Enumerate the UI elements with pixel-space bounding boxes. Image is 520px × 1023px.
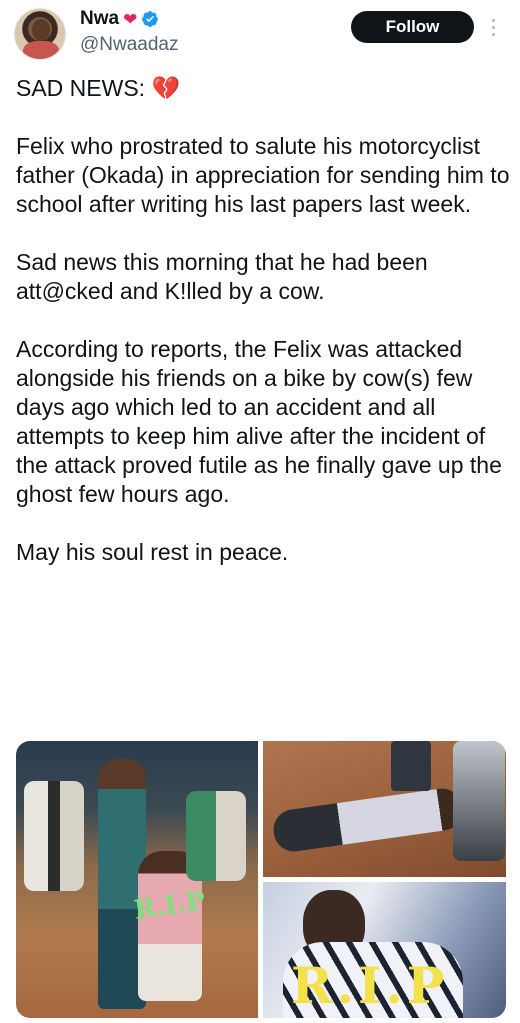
photo-motorcycle [453, 741, 505, 861]
tweet-paragraph: Sad news this morning that he had been a… [16, 249, 428, 304]
tweet-paragraph: May his soul rest in peace. [16, 539, 289, 565]
verified-badge-icon [142, 11, 159, 27]
tweet-media-grid: R.I.P R.I.P [16, 741, 506, 1018]
author-name-row[interactable]: Nwa ❤ [80, 8, 159, 30]
photo-bystanders [24, 781, 84, 891]
broken-heart-icon: 💔 [151, 75, 181, 101]
tweet-photo-accident-scene[interactable] [263, 741, 506, 877]
tweet-body: SAD NEWS: 💔 Felix who prostrated to salu… [16, 74, 512, 596]
more-dot [491, 25, 495, 29]
tweet-heading: SAD NEWS: 💔 [16, 74, 512, 103]
tweet-paragraph: Felix who prostrated to salute his motor… [16, 133, 510, 217]
tweet-photo-portrait[interactable]: R.I.P [263, 882, 506, 1018]
tweet-header: Nwa ❤ @Nwaadaz Follow [0, 0, 520, 70]
author-handle[interactable]: @Nwaadaz [80, 34, 179, 56]
tweet-paragraph: According to reports, the Felix was atta… [16, 336, 502, 507]
photo-figure-lying [271, 785, 465, 855]
follow-button[interactable]: Follow [351, 11, 474, 43]
avatar-body [23, 41, 59, 59]
tweet-photo-father-and-son[interactable]: R.I.P [16, 741, 258, 1018]
photo-standing-legs [391, 741, 431, 791]
photo-rip-overlay: R.I.P [291, 956, 449, 1015]
more-dot [491, 32, 495, 36]
author-avatar[interactable] [14, 8, 66, 60]
heart-emoji-icon: ❤ [123, 9, 138, 29]
more-dot [491, 18, 495, 22]
more-vertical-icon[interactable] [484, 11, 502, 43]
avatar-face [32, 19, 50, 41]
tweet-heading-text: SAD NEWS: [16, 75, 146, 101]
photo-bystanders [186, 791, 246, 881]
author-name[interactable]: Nwa [80, 8, 119, 30]
